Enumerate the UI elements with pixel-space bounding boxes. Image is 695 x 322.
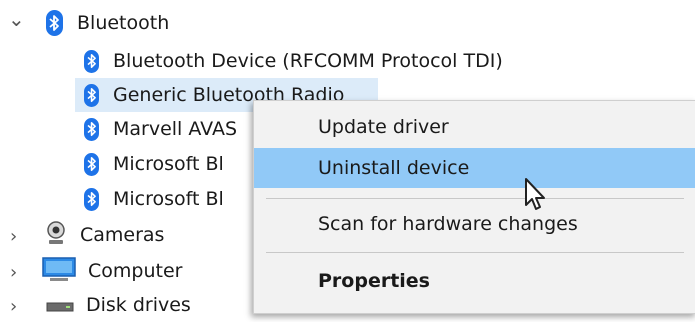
tree-item-label: Computer [88,260,183,282]
tree-item-label: Microsoft Bl [113,188,224,210]
chevron-right-icon[interactable]: › [10,264,17,282]
tree-item-computer[interactable]: Computer [42,254,182,288]
tree-item-device[interactable]: Microsoft Bl [84,147,224,181]
context-menu: Update driver Uninstall device Scan for … [253,100,695,314]
expand-chevron-icon[interactable]: ⌄ [8,9,25,29]
disk-drive-icon [46,293,74,318]
tree-item-disk-drives[interactable]: Disk drives [46,288,191,322]
bluetooth-icon [84,83,99,107]
bluetooth-icon [84,49,99,73]
bluetooth-icon [84,152,99,176]
tree-item-cameras[interactable]: Cameras [44,218,164,252]
menu-item-scan-hardware[interactable]: Scan for hardware changes [254,204,695,244]
bluetooth-icon [46,10,63,36]
tree-item-label: Bluetooth Device (RFCOMM Protocol TDI) [113,50,503,72]
tree-item-label: Marvell AVAS [113,118,238,140]
tree-item-device[interactable]: Marvell AVAS [84,112,237,146]
tree-item-device[interactable]: Bluetooth Device (RFCOMM Protocol TDI) [84,44,503,78]
menu-item-properties[interactable]: Properties [254,261,695,301]
menu-separator [266,198,684,199]
monitor-icon [42,256,76,287]
chevron-right-icon[interactable]: › [10,228,17,246]
menu-item-update-driver[interactable]: Update driver [254,107,695,147]
tree-item-label: Bluetooth [77,12,170,34]
tree-item-label: Cameras [80,224,165,246]
menu-separator [266,252,684,253]
camera-icon [44,220,68,251]
mouse-cursor-icon [524,177,550,217]
bluetooth-icon [84,117,99,141]
menu-item-uninstall-device[interactable]: Uninstall device [254,148,695,188]
tree-item-label: Microsoft Bl [113,153,224,175]
chevron-right-icon[interactable]: › [10,298,17,316]
tree-item-label: Disk drives [86,294,191,316]
bluetooth-icon [84,187,99,211]
tree-item-device[interactable]: Microsoft Bl [84,182,224,216]
tree-item-bluetooth[interactable]: Bluetooth [46,6,169,40]
